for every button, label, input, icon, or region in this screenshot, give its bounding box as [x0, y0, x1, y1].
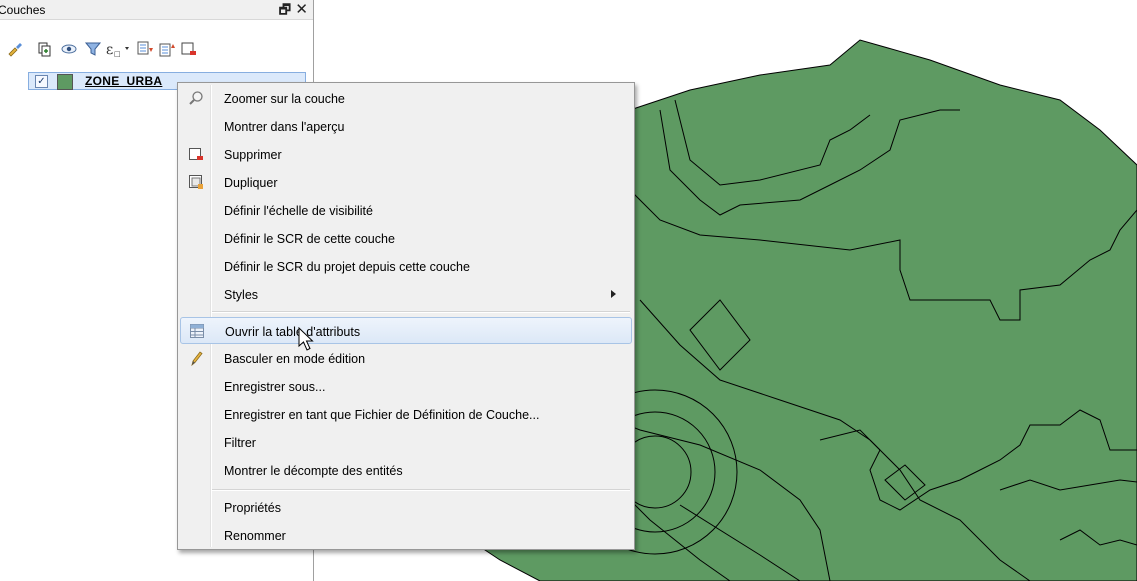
close-panel-button[interactable]: ✕	[295, 0, 308, 18]
panel-title: Couches	[0, 3, 46, 17]
collapse-all-icon[interactable]	[158, 40, 176, 58]
menu-item-save-as-layer-definition[interactable]: Enregistrer en tant que Fichier de Défin…	[180, 401, 632, 428]
layer-visibility-checkbox[interactable]: ✓	[35, 75, 48, 88]
menu-item-show-feature-count[interactable]: Montrer le décompte des entités	[180, 457, 632, 484]
menu-item-label: Montrer dans l'aperçu	[224, 120, 345, 134]
menu-separator	[212, 311, 630, 313]
menu-item-label: Enregistrer en tant que Fichier de Défin…	[224, 408, 540, 422]
menu-item-label: Filtrer	[224, 436, 256, 450]
expression-filter-icon[interactable]: ε □	[104, 40, 132, 58]
menu-item-set-layer-crs[interactable]: Définir le SCR de cette couche	[180, 225, 632, 252]
menu-item-set-project-crs[interactable]: Définir le SCR du projet depuis cette co…	[180, 253, 632, 280]
menu-item-label: Dupliquer	[224, 176, 278, 190]
layers-panel-titlebar: Couches 🗗 ✕	[0, 0, 313, 20]
menu-item-label: Enregistrer sous...	[224, 380, 326, 394]
duplicate-icon	[189, 175, 203, 189]
menu-item-show-in-overview[interactable]: Montrer dans l'aperçu	[180, 113, 632, 140]
menu-item-zoom-to-layer[interactable]: Zoomer sur la couche	[180, 85, 632, 112]
float-panel-button[interactable]: 🗗	[279, 1, 291, 23]
layers-toolbar: ε □	[0, 40, 313, 64]
layer-symbol-swatch	[57, 74, 73, 90]
menu-item-filter[interactable]: Filtrer	[180, 429, 632, 456]
menu-item-label: Propriétés	[224, 501, 281, 515]
style-brush-icon[interactable]	[6, 40, 24, 58]
menu-item-label: Styles	[224, 288, 259, 302]
layer-name: ZONE_URBA	[85, 74, 163, 88]
menu-item-label: Définir le SCR de cette couche	[224, 232, 395, 246]
menu-item-open-attribute-table[interactable]: Ouvrir la table d'attributs	[180, 317, 632, 344]
menu-item-save-as[interactable]: Enregistrer sous...	[180, 373, 632, 400]
eye-visibility-icon[interactable]	[60, 40, 78, 58]
attribute-table-icon	[190, 324, 204, 338]
menu-item-label: Renommer	[224, 529, 286, 543]
pencil-icon	[191, 351, 203, 366]
menu-item-properties[interactable]: Propriétés	[180, 494, 632, 521]
remove-icon	[189, 148, 203, 160]
mouse-pointer-icon	[298, 327, 314, 351]
menu-item-label: Montrer le décompte des entités	[224, 464, 403, 478]
filter-icon[interactable]	[84, 40, 102, 58]
menu-item-rename[interactable]: Renommer	[180, 522, 632, 549]
menu-item-label: Supprimer	[224, 148, 282, 162]
zoom-icon	[189, 91, 203, 105]
remove-layer-icon[interactable]	[180, 40, 198, 58]
layer-context-menu: Zoomer sur la couche Montrer dans l'aper…	[177, 82, 635, 550]
menu-item-label: Définir le SCR du projet depuis cette co…	[224, 260, 470, 274]
submenu-arrow-icon	[611, 290, 616, 298]
menu-item-set-scale-visibility[interactable]: Définir l'échelle de visibilité	[180, 197, 632, 224]
menu-item-label: Définir l'échelle de visibilité	[224, 204, 373, 218]
menu-item-remove[interactable]: Supprimer	[180, 141, 632, 168]
svg-text:□: □	[114, 50, 121, 58]
menu-item-label: Zoomer sur la couche	[224, 92, 345, 106]
svg-text:ε: ε	[106, 42, 113, 58]
expand-all-icon[interactable]	[136, 40, 154, 58]
menu-item-toggle-editing[interactable]: Basculer en mode édition	[180, 345, 632, 372]
menu-item-duplicate[interactable]: Dupliquer	[180, 169, 632, 196]
menu-item-styles[interactable]: Styles	[180, 281, 632, 308]
menu-separator	[212, 489, 630, 491]
add-group-icon[interactable]	[36, 40, 54, 58]
menu-item-label: Ouvrir la table d'attributs	[225, 325, 361, 339]
menu-item-label: Basculer en mode édition	[224, 352, 366, 366]
